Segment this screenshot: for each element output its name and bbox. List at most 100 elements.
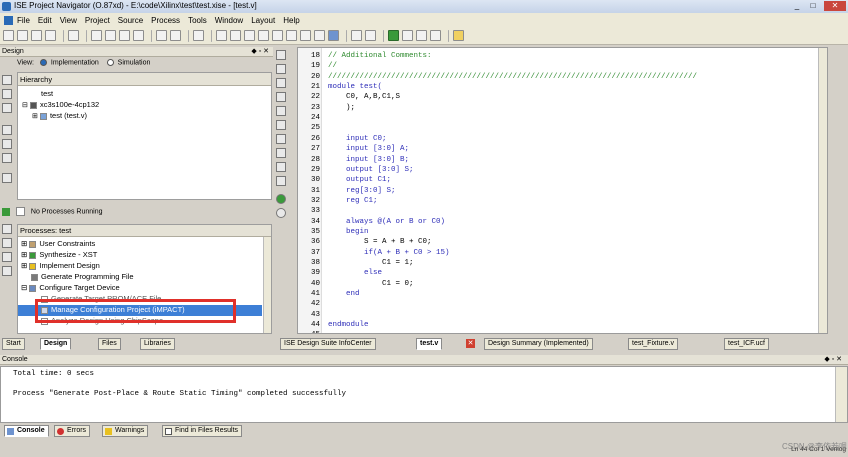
check-syntax-icon[interactable] bbox=[276, 194, 286, 204]
menu-source[interactable]: Source bbox=[118, 16, 143, 25]
sigma-icon[interactable] bbox=[402, 30, 413, 41]
implementation-radio[interactable] bbox=[39, 59, 47, 66]
run-process-icon[interactable] bbox=[2, 207, 10, 216]
uncomment-icon[interactable] bbox=[276, 162, 286, 172]
process-programming-file[interactable]: Generate Programming File bbox=[31, 272, 134, 282]
delete-icon[interactable] bbox=[133, 30, 144, 41]
tab-test-fixture[interactable]: test_Fixture.v bbox=[628, 338, 679, 350]
maximize-button[interactable]: □ bbox=[806, 1, 820, 11]
code-editor[interactable]: 18 // Additional Comments: 19 // 20 /////////… bbox=[297, 47, 828, 334]
menu-view[interactable]: View bbox=[60, 16, 77, 25]
editor-scrollbar[interactable] bbox=[818, 48, 827, 333]
tab-start[interactable]: Start bbox=[2, 338, 25, 350]
open-icon[interactable] bbox=[17, 30, 28, 41]
process-implement[interactable]: ⊞ Implement Design bbox=[21, 261, 100, 271]
simulation-label[interactable]: Simulation bbox=[118, 59, 151, 66]
tab-test-v[interactable]: test.v bbox=[416, 338, 443, 350]
tile-icon[interactable] bbox=[286, 30, 297, 41]
menu-file[interactable]: File bbox=[17, 16, 30, 25]
zoom-fit-icon[interactable] bbox=[258, 30, 269, 41]
add-copy-icon[interactable] bbox=[2, 89, 12, 99]
process-user-constraints[interactable]: ⊞ User Constraints bbox=[21, 239, 95, 249]
menu-project[interactable]: Project bbox=[85, 16, 110, 25]
minimize-button[interactable]: _ bbox=[790, 1, 804, 11]
new-file-icon[interactable] bbox=[3, 30, 14, 41]
find-in-file-icon[interactable] bbox=[276, 64, 286, 74]
remove-source-icon[interactable] bbox=[2, 103, 12, 113]
cut-icon[interactable] bbox=[91, 30, 102, 41]
run-all-icon[interactable] bbox=[2, 224, 12, 234]
collapse-icon[interactable]: ⊟ bbox=[22, 102, 28, 109]
console-output[interactable]: Total time: 0 secs Process "Generate Pos… bbox=[0, 366, 848, 423]
implementation-label[interactable]: Implementation bbox=[51, 59, 99, 66]
rerun-all-icon[interactable] bbox=[2, 252, 12, 262]
menu-window[interactable]: Window bbox=[215, 16, 243, 25]
tab-design[interactable]: Design bbox=[40, 338, 72, 350]
console-panel-controls-icon[interactable]: ◆ ▫ ✕ bbox=[824, 355, 842, 364]
bookmark-icon[interactable] bbox=[276, 78, 286, 88]
tree-item-device[interactable]: ⊟ xc3s100e-4cp132 bbox=[22, 100, 99, 111]
clear-icon[interactable] bbox=[276, 208, 286, 218]
tab-test-ucf[interactable]: test_ICF.ucf bbox=[724, 338, 769, 350]
outdent-icon[interactable] bbox=[276, 134, 286, 144]
bookmark-next-icon[interactable] bbox=[276, 92, 286, 102]
console-scrollbar[interactable] bbox=[835, 367, 847, 422]
menu-help[interactable]: Help bbox=[283, 16, 299, 25]
rerun-icon[interactable] bbox=[2, 238, 12, 248]
new-tab-icon[interactable] bbox=[276, 50, 286, 60]
stop-process-icon[interactable] bbox=[15, 207, 25, 216]
tab-infocenter[interactable]: ISE Design Suite InfoCenter bbox=[280, 338, 376, 350]
tab-libraries[interactable]: Libraries bbox=[140, 338, 175, 350]
save-all-icon[interactable] bbox=[45, 30, 56, 41]
save-icon[interactable] bbox=[31, 30, 42, 41]
rerun-icon[interactable] bbox=[416, 30, 427, 41]
run-icon[interactable] bbox=[388, 30, 399, 41]
tab-files[interactable]: Files bbox=[98, 338, 121, 350]
layout-icon[interactable] bbox=[314, 30, 325, 41]
window-icon[interactable] bbox=[272, 30, 283, 41]
tab-design-summary[interactable]: Design Summary (Implemented) bbox=[484, 338, 593, 350]
menu-layout[interactable]: Layout bbox=[251, 16, 275, 25]
tree-item-project[interactable]: test bbox=[32, 89, 53, 99]
active-view-icon[interactable] bbox=[328, 30, 339, 41]
properties-icon[interactable] bbox=[2, 153, 12, 163]
menu-edit[interactable]: Edit bbox=[38, 16, 52, 25]
expand-icon[interactable]: ⊞ bbox=[21, 250, 27, 259]
menu-tools[interactable]: Tools bbox=[188, 16, 207, 25]
stop-icon[interactable] bbox=[2, 266, 12, 276]
zoom-in-icon[interactable] bbox=[230, 30, 241, 41]
properties-icon[interactable] bbox=[351, 30, 362, 41]
view-hdl-icon[interactable] bbox=[2, 139, 12, 149]
tree-item-test-v[interactable]: ⊞ test (test.v) bbox=[32, 111, 87, 122]
panel-controls-icon[interactable]: ◆ ▫ ✕ bbox=[251, 47, 269, 56]
print-icon[interactable] bbox=[68, 30, 79, 41]
undo-icon[interactable] bbox=[156, 30, 167, 41]
simulation-radio[interactable] bbox=[106, 59, 114, 66]
redo-icon[interactable] bbox=[170, 30, 181, 41]
more-icon[interactable] bbox=[193, 30, 204, 41]
lightbulb-icon[interactable] bbox=[453, 30, 464, 41]
zoom-out-icon[interactable] bbox=[244, 30, 255, 41]
comment-icon[interactable] bbox=[276, 148, 286, 158]
expand-icon[interactable]: ⊞ bbox=[21, 239, 27, 248]
paste-icon[interactable] bbox=[119, 30, 130, 41]
collapse-icon[interactable]: ⊟ bbox=[21, 283, 27, 292]
bookmark-prev-icon[interactable] bbox=[276, 106, 286, 116]
design-props-icon[interactable] bbox=[2, 173, 12, 183]
add-source-icon[interactable] bbox=[2, 75, 12, 85]
processes-scrollbar[interactable] bbox=[263, 237, 271, 333]
process-configure-device[interactable]: ⊟ Configure Target Device bbox=[21, 283, 120, 293]
expand-icon[interactable]: ⊞ bbox=[21, 261, 27, 270]
template-icon[interactable] bbox=[276, 176, 286, 186]
close-tab-icon[interactable]: ✕ bbox=[466, 339, 475, 348]
hierarchy-icon[interactable] bbox=[2, 125, 12, 135]
cascade-icon[interactable] bbox=[300, 30, 311, 41]
expand-icon[interactable]: ⊞ bbox=[32, 113, 38, 120]
copy-icon[interactable] bbox=[105, 30, 116, 41]
close-button[interactable]: ✕ bbox=[824, 1, 846, 11]
find-icon[interactable] bbox=[216, 30, 227, 41]
menu-process[interactable]: Process bbox=[151, 16, 180, 25]
indent-icon[interactable] bbox=[276, 120, 286, 130]
stop-icon[interactable] bbox=[430, 30, 441, 41]
process-synthesize[interactable]: ⊞ Synthesize - XST bbox=[21, 250, 97, 260]
